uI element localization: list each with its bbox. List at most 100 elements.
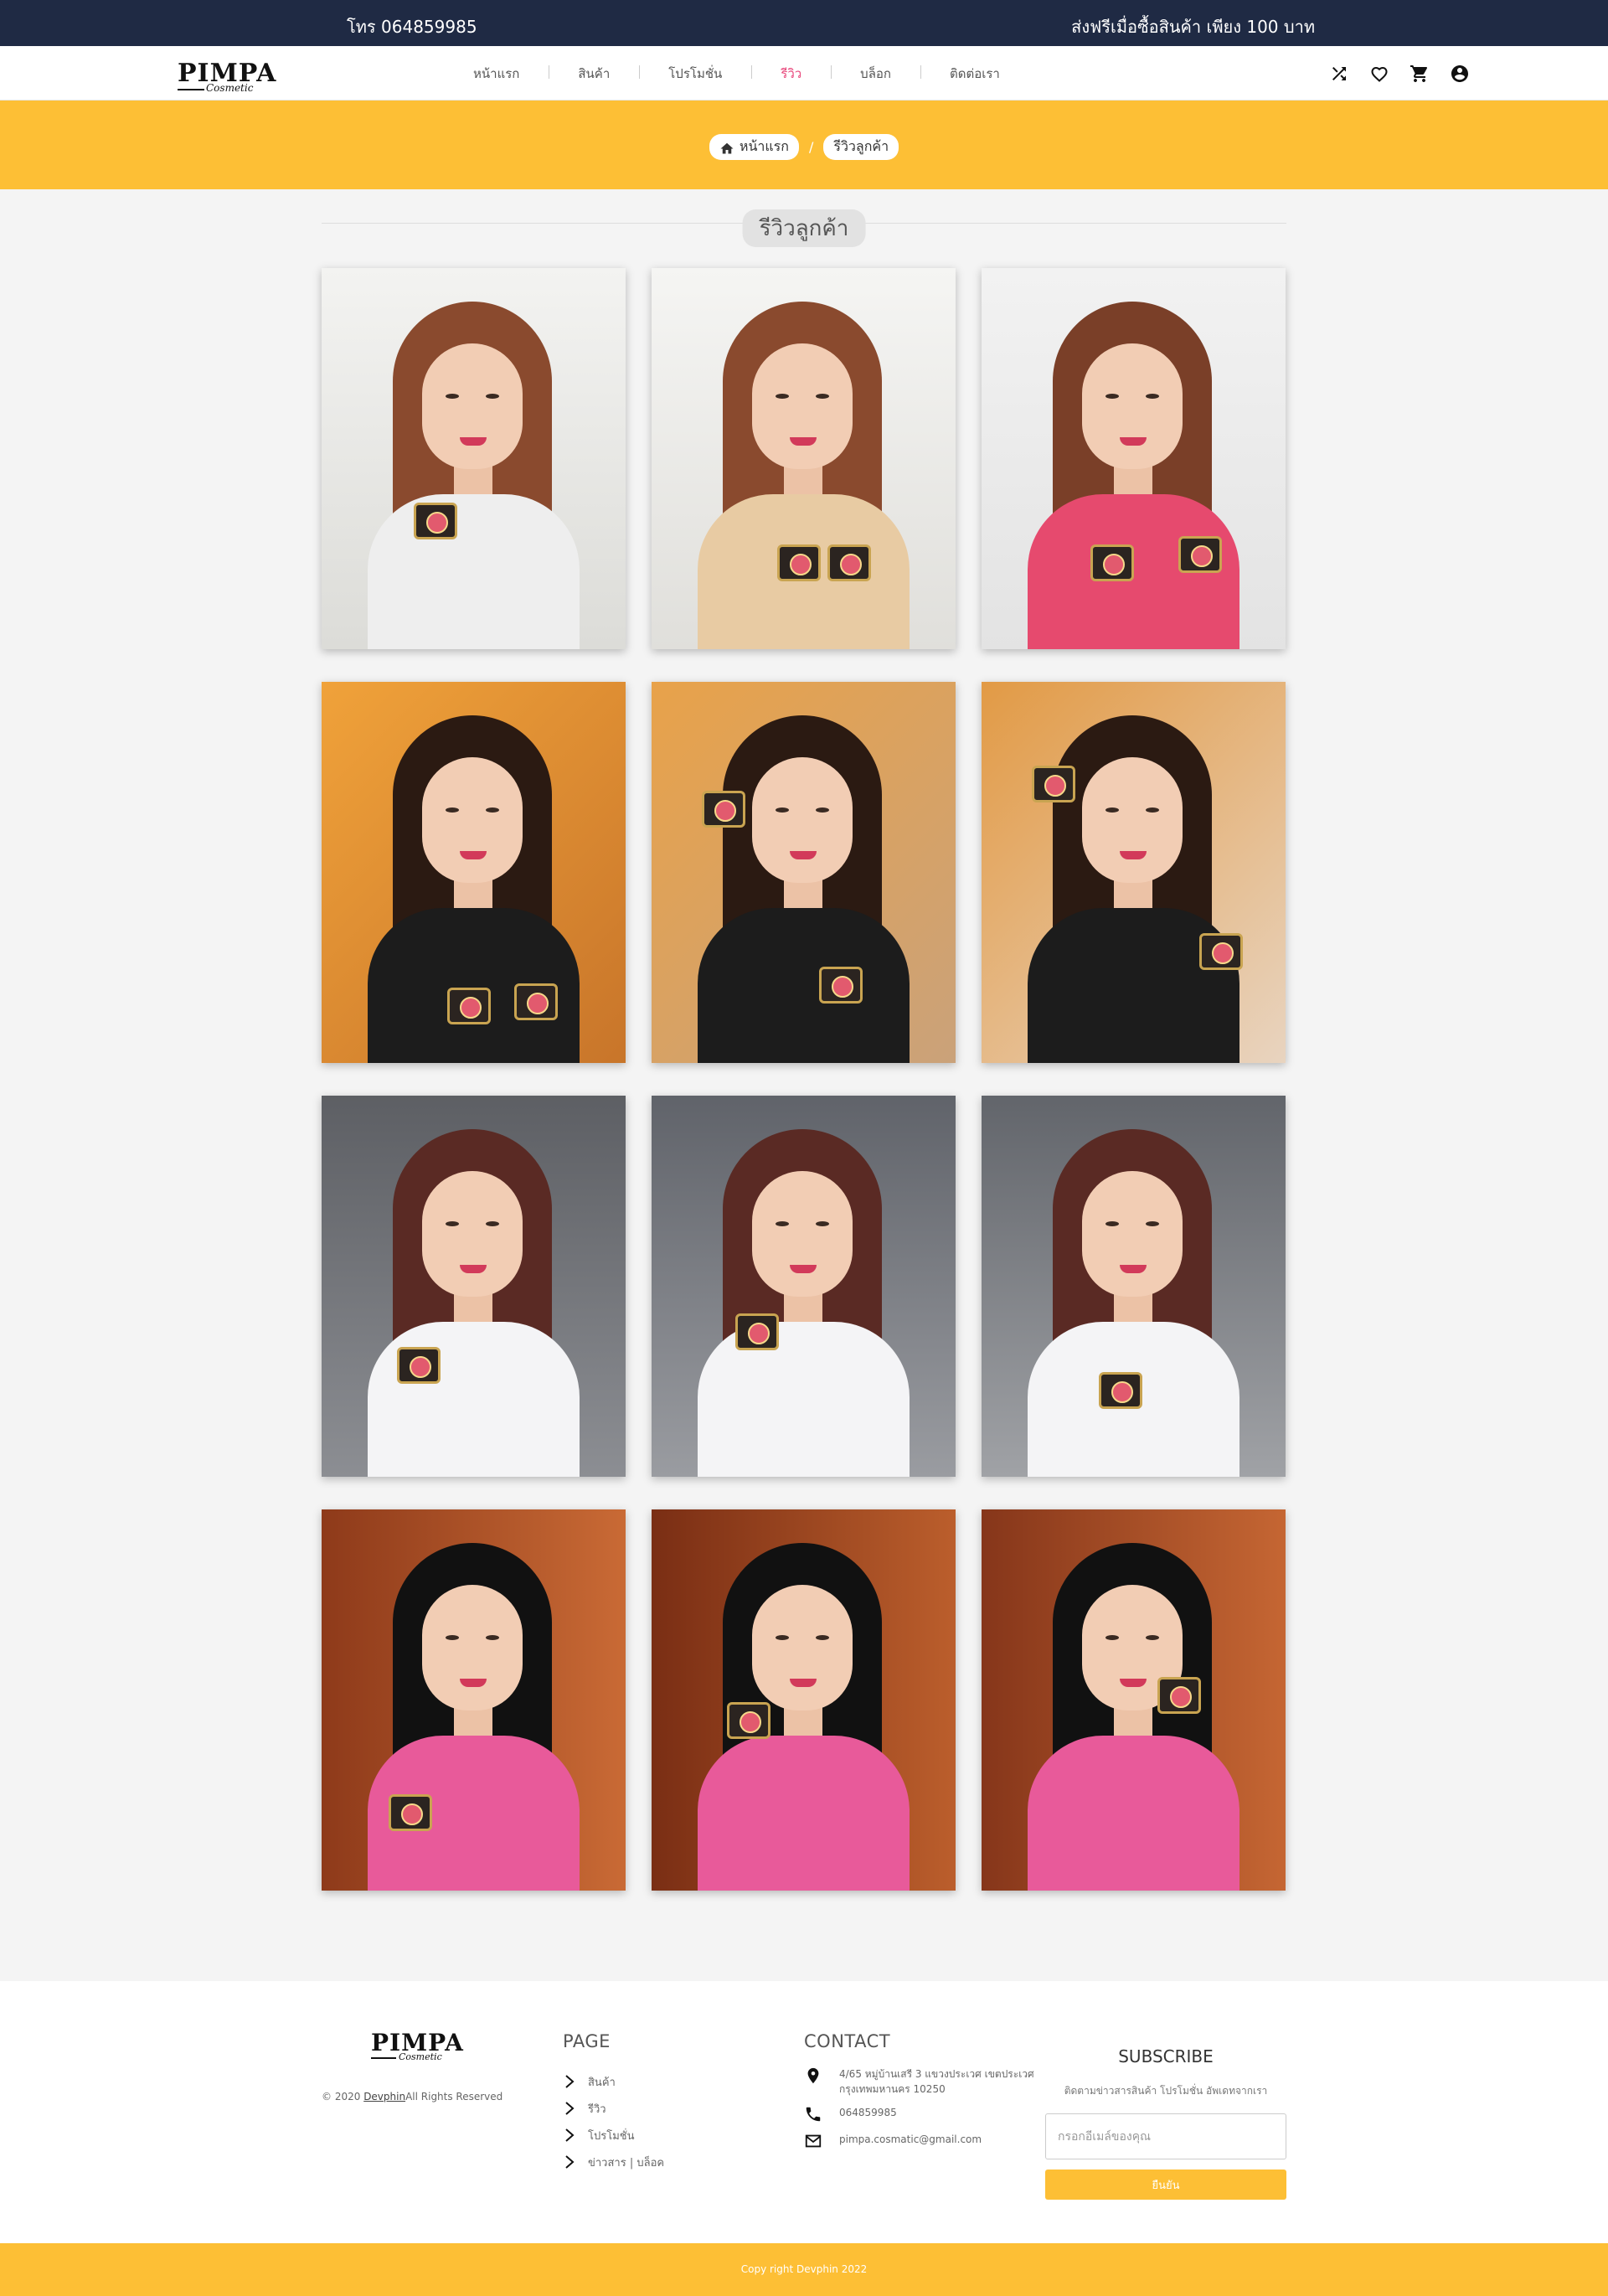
- footer-page-links: สินค้า รีวิว โปรโมชั่น ข่าวสาร | บล็อค: [563, 2068, 664, 2175]
- photo-eye: [1146, 807, 1159, 813]
- footer-contact-list: 4/65 หมู่บ้านเสรี 3 แขวงประเวศ เขตประเวศ…: [804, 2066, 1047, 2159]
- contact-email-row: pimpa.cosmatic@gmail.com: [804, 2132, 1047, 2150]
- copyright-suffix: All Rights Reserved: [405, 2091, 503, 2103]
- photo-face: [422, 757, 523, 883]
- photo-face: [752, 343, 853, 469]
- footer-logo-sub: Cosmetic: [399, 2051, 442, 2062]
- review-photo[interactable]: [982, 1096, 1286, 1477]
- cart-icon[interactable]: [1410, 64, 1430, 84]
- nav-item-products[interactable]: สินค้า: [549, 64, 639, 84]
- review-photo[interactable]: [322, 1096, 626, 1477]
- photo-top: [1028, 1736, 1240, 1891]
- section-heading: รีวิวลูกค้า: [322, 208, 1286, 247]
- photo-eye: [446, 807, 459, 813]
- product-jar: [447, 988, 491, 1024]
- photo-eye: [816, 1221, 829, 1226]
- mail-icon: [805, 2134, 822, 2148]
- contact-email[interactable]: pimpa.cosmatic@gmail.com: [839, 2132, 982, 2150]
- home-icon: [720, 142, 734, 153]
- photo-face: [422, 343, 523, 469]
- breadcrumb: หน้าแรก / รีวิวลูกค้า: [0, 134, 1608, 160]
- photo-lips: [1120, 437, 1147, 446]
- nav-icons: [1329, 64, 1470, 84]
- photo-top: [698, 908, 910, 1063]
- nav-item-contact[interactable]: ติดต่อเรา: [920, 64, 1029, 84]
- review-photo[interactable]: [322, 268, 626, 649]
- account-icon[interactable]: [1450, 64, 1470, 84]
- breadcrumb-current: รีวิวลูกค้า: [823, 134, 899, 160]
- review-photo[interactable]: [322, 682, 626, 1063]
- footer-link-label: โปรโมชั่น: [588, 2129, 635, 2143]
- review-gallery: [322, 268, 1286, 1891]
- product-jar: [827, 544, 871, 581]
- footer-copyright: © 2020 DevphinAll Rights Reserved: [322, 2091, 502, 2103]
- contact-phone[interactable]: 064859985: [839, 2105, 897, 2123]
- review-photo[interactable]: [982, 682, 1286, 1063]
- photo-eye: [776, 394, 789, 399]
- copyright-prefix: © 2020: [322, 2091, 361, 2103]
- footer: PIMPA Cosmetic © 2020 DevphinAll Rights …: [0, 1981, 1608, 2243]
- review-photo[interactable]: [982, 268, 1286, 649]
- photo-eye: [1146, 394, 1159, 399]
- footer-logo[interactable]: PIMPA Cosmetic: [371, 2031, 464, 2061]
- photo-eye: [1106, 1635, 1119, 1640]
- product-jar: [1157, 1677, 1201, 1714]
- photo-eye: [486, 394, 499, 399]
- nav-item-home[interactable]: หน้าแรก: [444, 64, 549, 84]
- subscribe-email-input[interactable]: [1045, 2113, 1286, 2159]
- subscribe-button[interactable]: ยืนยัน: [1045, 2170, 1286, 2200]
- breadcrumb-banner: หน้าแรก / รีวิวลูกค้า: [0, 101, 1608, 189]
- review-photo[interactable]: [652, 268, 956, 649]
- photo-face: [752, 757, 853, 883]
- footer-link-products[interactable]: สินค้า: [563, 2068, 664, 2095]
- chevron-right-icon: [565, 2155, 575, 2169]
- photo-eye: [816, 394, 829, 399]
- photo-eye: [1106, 807, 1119, 813]
- product-jar: [1090, 544, 1134, 581]
- review-photo[interactable]: [652, 682, 956, 1063]
- photo-lips: [1120, 851, 1147, 859]
- logo-underline: [178, 89, 204, 90]
- photo-lips: [790, 1265, 817, 1273]
- footer-link-reviews[interactable]: รีวิว: [563, 2095, 664, 2122]
- shuffle-icon[interactable]: [1329, 64, 1349, 84]
- product-jar: [702, 791, 745, 828]
- footer-link-promotions[interactable]: โปรโมชั่น: [563, 2122, 664, 2149]
- photo-face: [1082, 757, 1183, 883]
- photo-eye: [486, 807, 499, 813]
- review-photo[interactable]: [322, 1509, 626, 1891]
- subscribe-text: ติดตามข่าวสารสินค้า โปรโมชั่น อัพเดทจากเ…: [1064, 2085, 1268, 2097]
- review-photo[interactable]: [652, 1509, 956, 1891]
- product-jar: [1099, 1372, 1142, 1409]
- photo-eye: [486, 1635, 499, 1640]
- photo-face: [422, 1171, 523, 1297]
- topbar-phone: โทร 064859985: [347, 17, 477, 37]
- review-photo[interactable]: [982, 1509, 1286, 1891]
- photo-face: [422, 1585, 523, 1710]
- nav-item-promotions[interactable]: โปรโมชั่น: [639, 64, 751, 84]
- nav-item-blog[interactable]: บล็อก: [831, 64, 920, 84]
- photo-lips: [1120, 1265, 1147, 1273]
- chevron-right-icon: [565, 2102, 575, 2115]
- product-jar: [727, 1702, 770, 1739]
- product-jar: [397, 1347, 441, 1384]
- footer-link-blog[interactable]: ข่าวสาร | บล็อค: [563, 2149, 664, 2175]
- bottom-bar: Copy right Devphin 2022: [0, 2243, 1608, 2296]
- product-jar: [735, 1313, 779, 1350]
- nav-item-reviews[interactable]: รีวิว: [751, 64, 831, 84]
- review-photo[interactable]: [652, 1096, 956, 1477]
- photo-lips: [790, 1679, 817, 1687]
- copyright-link[interactable]: Devphin: [363, 2091, 405, 2103]
- footer-contact-title: CONTACT: [804, 2031, 891, 2051]
- product-jar: [1178, 536, 1222, 573]
- heart-icon[interactable]: [1369, 64, 1389, 84]
- photo-lips: [460, 1679, 487, 1687]
- product-jar: [1199, 933, 1243, 970]
- footer-page-title: PAGE: [563, 2031, 611, 2051]
- photo-eye: [446, 1221, 459, 1226]
- photo-eye: [1146, 1635, 1159, 1640]
- brand-logo[interactable]: PIMPA Cosmetic: [178, 61, 276, 93]
- breadcrumb-home[interactable]: หน้าแรก: [709, 134, 799, 160]
- breadcrumb-home-label: หน้าแรก: [739, 138, 789, 154]
- photo-face: [1082, 343, 1183, 469]
